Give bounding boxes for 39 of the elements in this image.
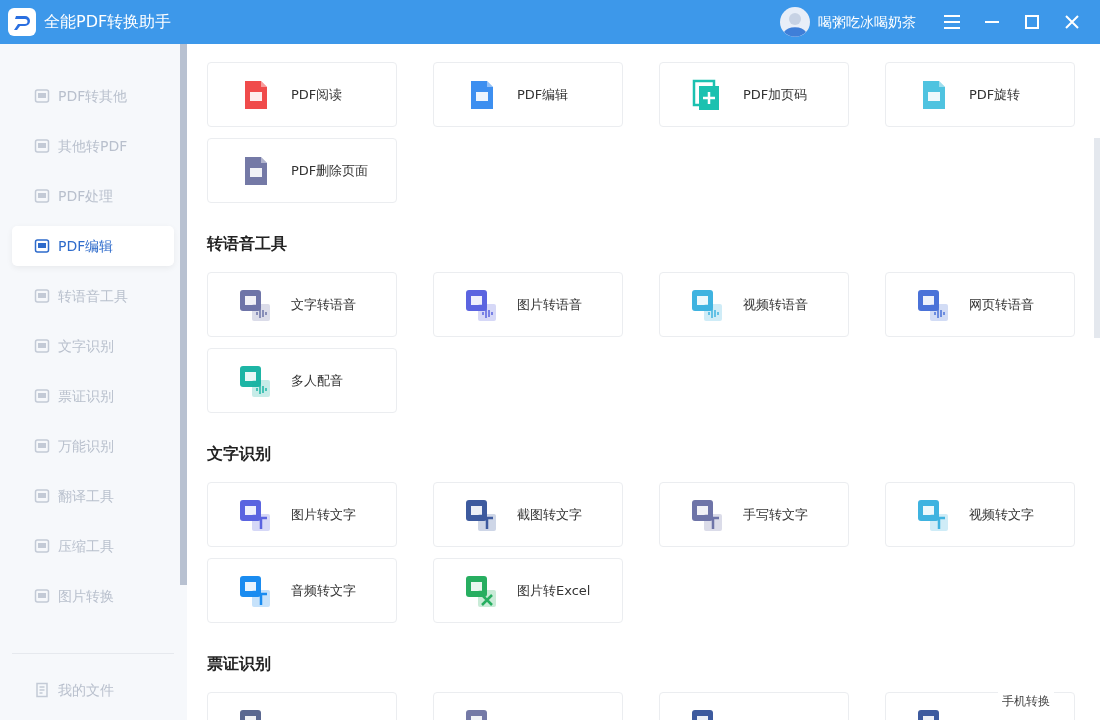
tool-card[interactable]: 图片转文字	[207, 482, 397, 547]
tool-card[interactable]: PDF加页码	[659, 62, 849, 127]
section-heading: 转语音工具	[207, 233, 288, 255]
tool-card[interactable]: PDF编辑	[433, 62, 623, 127]
sidebar-item[interactable]: PDF编辑	[12, 226, 174, 266]
tool-card[interactable]: 手写转文字	[659, 482, 849, 547]
app-title: 全能PDF转换助手	[44, 11, 172, 33]
file-icon	[34, 682, 50, 699]
tool-card[interactable]: 视频转文字	[885, 482, 1075, 547]
menu-item-icon	[34, 88, 50, 104]
scrollbar[interactable]	[180, 44, 187, 585]
scrollbar[interactable]	[1094, 138, 1100, 338]
tool-card[interactable]: PDF旋转	[885, 62, 1075, 127]
section-heading: 文字识别	[207, 443, 272, 465]
menu-item-icon	[34, 388, 50, 404]
menu-item-icon	[34, 288, 50, 304]
menu-item-icon	[34, 588, 50, 604]
tool-card[interactable]: PDF阅读	[207, 62, 397, 127]
app-logo-icon	[8, 8, 36, 36]
tool-card[interactable]: 网页转语音	[885, 272, 1075, 337]
menu-item-icon	[34, 138, 50, 154]
tool-card[interactable]: 文字转语音	[207, 272, 397, 337]
tool-card[interactable]: 音频转文字	[207, 558, 397, 623]
tool-card[interactable]: 图片转Excel	[433, 558, 623, 623]
tool-card[interactable]: 视频转语音	[659, 272, 849, 337]
tool-card[interactable]: 多人配音	[207, 348, 397, 413]
menu-item-icon	[34, 238, 50, 254]
section-heading: 票证识别	[207, 653, 272, 675]
menu-item-icon	[34, 488, 50, 504]
floating-link[interactable]: 手机转换	[998, 692, 1054, 710]
tool-card[interactable]: PDF删除页面	[207, 138, 397, 203]
menu-item-icon	[34, 188, 50, 204]
tool-card[interactable]: 截图转文字	[433, 482, 623, 547]
menu-item-icon	[34, 338, 50, 354]
menu-item-icon	[34, 438, 50, 454]
tool-card[interactable]: 图片转语音	[433, 272, 623, 337]
minimize-icon	[985, 21, 999, 23]
avatar-icon	[780, 7, 810, 37]
menu-item-icon	[34, 538, 50, 554]
